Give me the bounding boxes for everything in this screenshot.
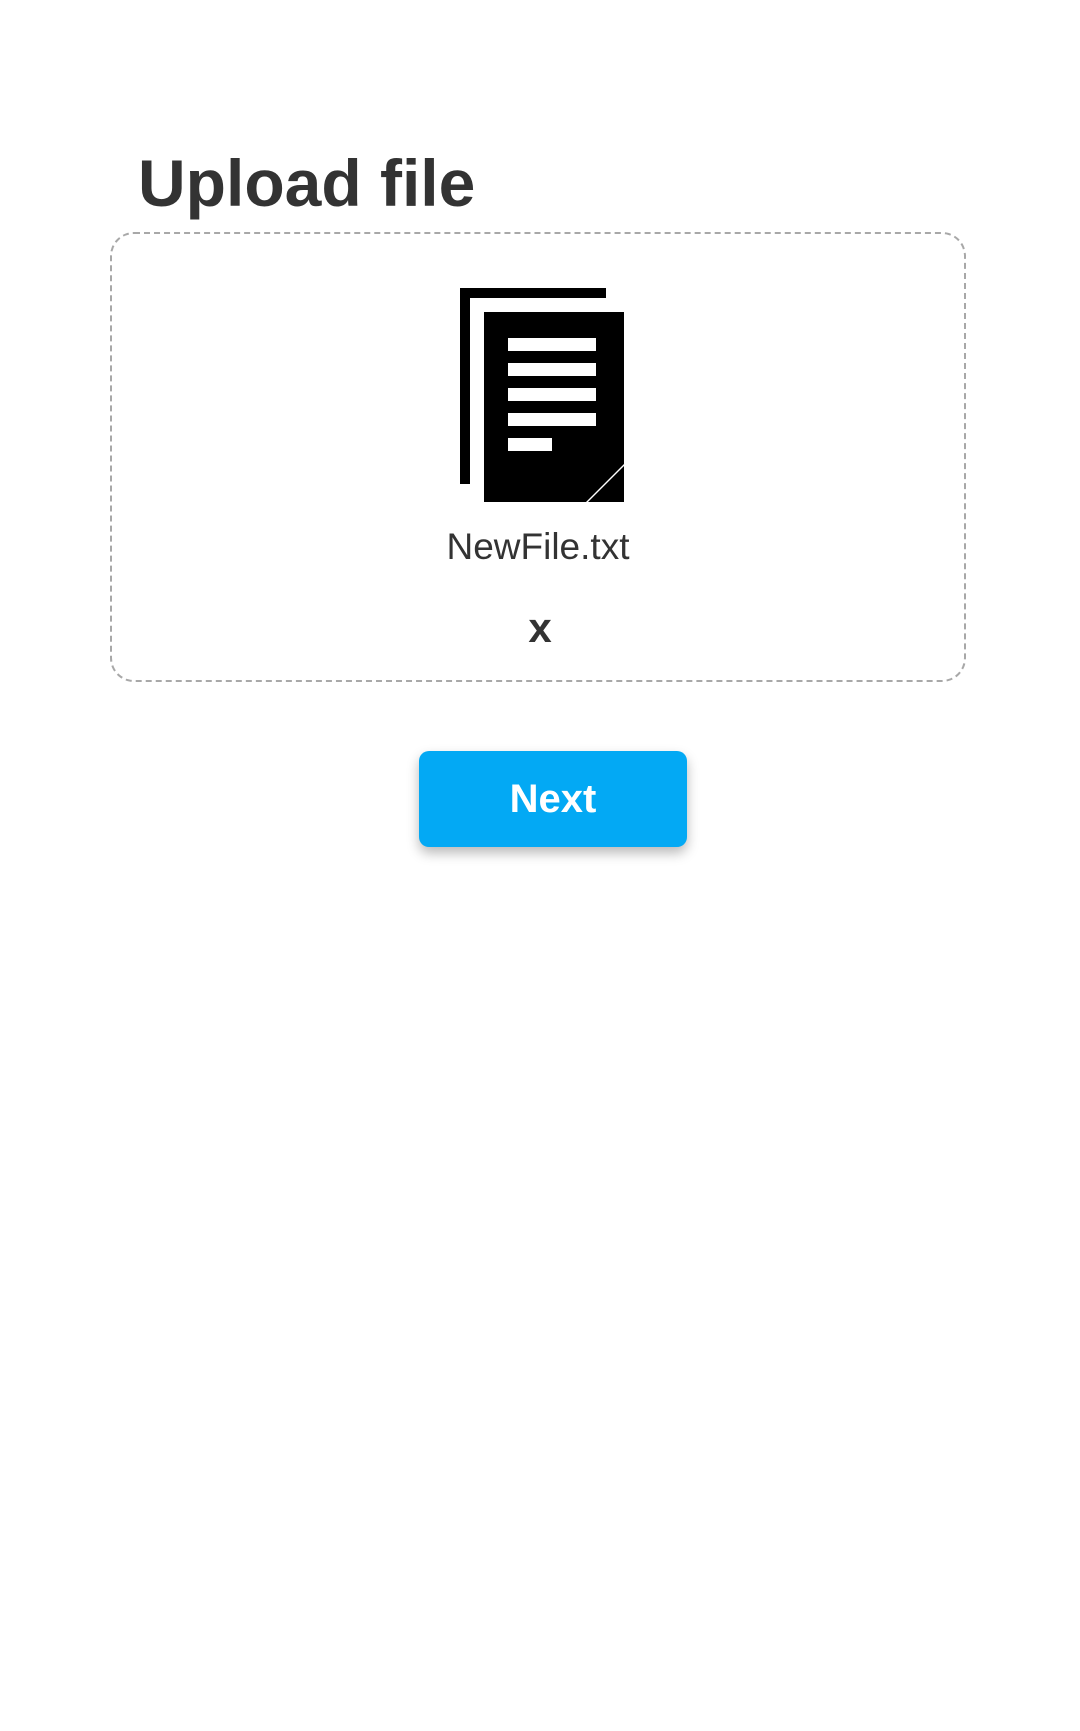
page-title: Upload file: [138, 146, 476, 220]
file-name: NewFile.txt: [446, 526, 630, 567]
file-drop-zone[interactable]: NewFile.txt x: [110, 232, 966, 682]
document-stack-icon: [458, 288, 628, 508]
next-button[interactable]: Next: [419, 751, 687, 847]
remove-file-button[interactable]: x: [500, 598, 580, 658]
